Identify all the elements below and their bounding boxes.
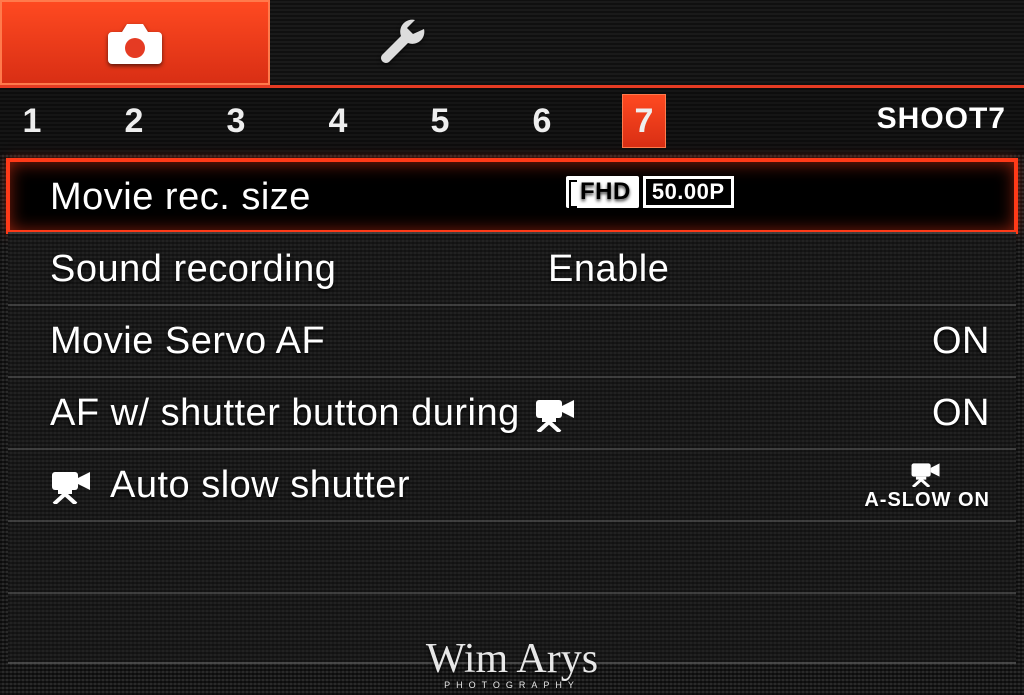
main-tab-strip <box>0 0 1024 88</box>
menu-item-movie-servo-af[interactable]: Movie Servo AF ON <box>8 304 1016 376</box>
fhd-badge: FHD <box>566 176 639 208</box>
menu-item-empty <box>8 520 1016 592</box>
menu-item-empty <box>8 592 1016 664</box>
movie-camera-icon <box>910 459 944 487</box>
menu-item-label: Movie Servo AF <box>50 320 325 363</box>
wrench-icon <box>377 15 433 71</box>
page-label: SHOOT7 <box>877 102 1006 136</box>
page-tab-3[interactable]: 3 <box>214 94 258 148</box>
menu-item-label: Sound recording <box>50 248 336 291</box>
movie-camera-icon <box>50 466 96 504</box>
page-tab-1[interactable]: 1 <box>10 94 54 148</box>
aslow-text: A-SLOW ON <box>864 489 990 512</box>
menu-item-sound-recording[interactable]: Sound recording Enable <box>8 232 1016 304</box>
page-tab-4[interactable]: 4 <box>316 94 360 148</box>
menu-list: Movie rec. size FHD 50.00P Sound recordi… <box>0 154 1024 664</box>
page-tab-5[interactable]: 5 <box>418 94 462 148</box>
menu-item-value: ON <box>932 320 990 363</box>
movie-size-value: FHD 50.00P <box>566 176 734 208</box>
fps-badge: 50.00P <box>643 176 734 208</box>
tab-setup[interactable] <box>270 0 540 85</box>
menu-item-movie-rec-size[interactable]: Movie rec. size FHD 50.00P <box>8 160 1016 232</box>
auto-slow-shutter-value: A-SLOW ON <box>864 459 990 512</box>
menu-item-value: Enable <box>548 248 669 291</box>
menu-item-label: AF w/ shutter button during <box>50 392 520 435</box>
watermark-sub: PHOTOGRAPHY <box>426 681 598 689</box>
page-tab-7[interactable]: 7 <box>622 94 666 148</box>
menu-item-value: ON <box>932 392 990 435</box>
page-tab-2[interactable]: 2 <box>112 94 156 148</box>
menu-item-label: Movie rec. size <box>50 176 311 219</box>
camera-icon <box>102 18 168 68</box>
tab-shooting[interactable] <box>0 0 270 85</box>
menu-item-auto-slow-shutter[interactable]: Auto slow shutter A-SLOW ON <box>8 448 1016 520</box>
menu-item-label: Auto slow shutter <box>110 464 410 507</box>
page-tab-strip: 1 2 3 4 5 6 7 SHOOT7 <box>0 88 1024 154</box>
menu-item-af-shutter-button[interactable]: AF w/ shutter button during ON <box>8 376 1016 448</box>
movie-camera-icon <box>534 394 580 432</box>
page-tab-6[interactable]: 6 <box>520 94 564 148</box>
